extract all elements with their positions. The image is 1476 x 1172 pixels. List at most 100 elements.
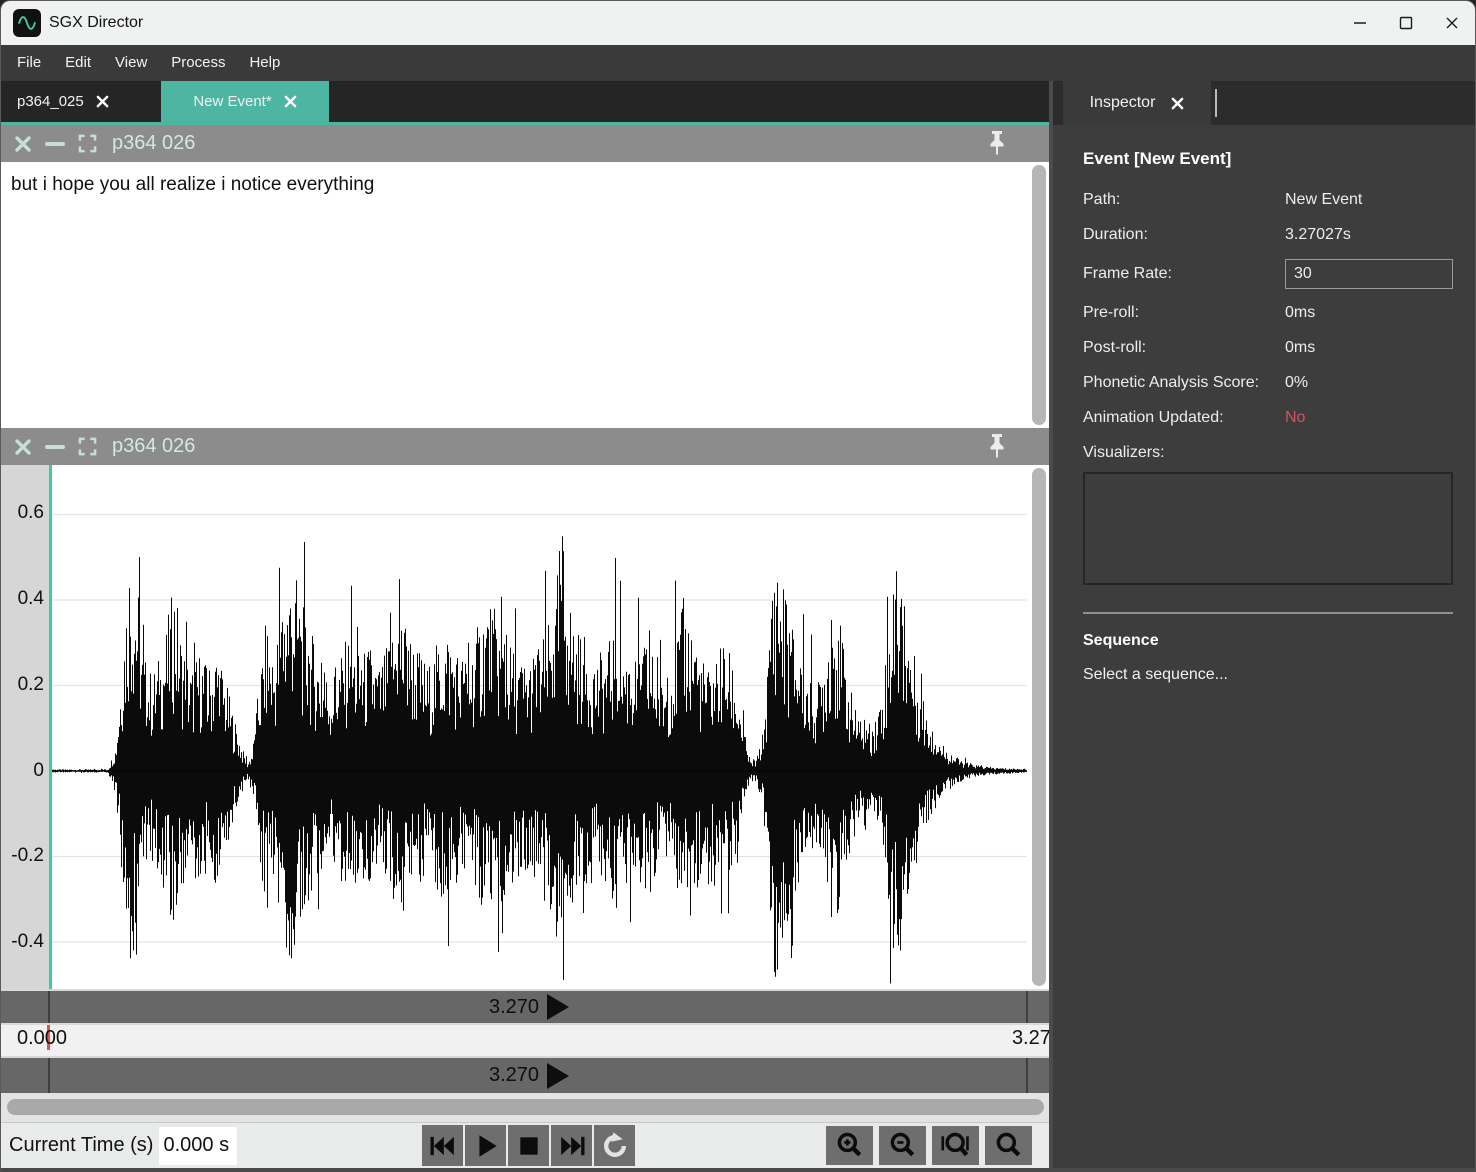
menu-file[interactable]: File <box>5 45 53 81</box>
time-ruler[interactable]: 0.000 3.270 <box>1 1025 1049 1056</box>
window-maximize-button[interactable] <box>1383 1 1429 45</box>
panel-close-icon[interactable] <box>14 135 32 153</box>
field-label: Duration: <box>1083 226 1285 244</box>
waveform-vertical-scrollbar[interactable] <box>1032 468 1046 986</box>
waveform-plot[interactable] <box>49 465 1027 989</box>
field-row-path: Path: New Event <box>1083 189 1453 211</box>
window-title: SGX Director <box>49 14 143 32</box>
title-bar: SGX Director <box>1 1 1475 45</box>
field-row-duration: Duration: 3.27027s <box>1083 224 1453 246</box>
menu-view[interactable]: View <box>103 45 159 81</box>
transcript-vertical-scrollbar[interactable] <box>1032 165 1046 425</box>
tab-label: p364_025 <box>17 93 84 110</box>
tab-close-icon[interactable] <box>1171 97 1184 110</box>
panel-maximize-icon[interactable] <box>78 134 97 153</box>
stop-icon <box>516 1133 542 1159</box>
field-value: 0% <box>1285 374 1308 392</box>
tab-p364-025[interactable]: p364_025 <box>1 81 161 122</box>
skip-to-end-button[interactable] <box>551 1125 592 1166</box>
pin-icon[interactable] <box>985 432 1009 467</box>
panel-close-icon[interactable] <box>14 438 32 456</box>
zoom-selection-button[interactable] <box>932 1126 979 1165</box>
y-tick: 0.6 <box>2 502 44 524</box>
inspector-tab-bar: Inspector <box>1053 81 1476 125</box>
field-row-phonetic-score: Phonetic Analysis Score: 0% <box>1083 372 1453 394</box>
range-handle-start[interactable] <box>48 1058 50 1093</box>
field-row-pre-roll: Pre-roll: 0ms <box>1083 302 1453 324</box>
tab-inspector[interactable]: Inspector <box>1063 81 1211 125</box>
zoom-in-icon <box>835 1131 865 1161</box>
waveform-view: 0.6 0.4 0.2 0 -0.2 -0.4 <box>1 465 1049 989</box>
ruler-start-time: 0.000 <box>17 1027 67 1050</box>
field-value: 3.27027s <box>1285 226 1351 244</box>
y-tick: 0 <box>2 760 44 782</box>
y-tick: 0.2 <box>2 674 44 696</box>
menu-process[interactable]: Process <box>159 45 237 81</box>
range-slider-bottom[interactable]: 3.270 <box>1 1058 1049 1093</box>
tab-new-event[interactable]: New Event* <box>161 81 329 122</box>
skip-to-start-button[interactable] <box>422 1125 463 1166</box>
zoom-out-button[interactable] <box>879 1126 926 1165</box>
range-slider-top[interactable]: 3.270 <box>1 991 1049 1023</box>
document-tab-bar: p364_025 New Event* <box>1 81 1049 125</box>
loop-icon <box>600 1131 630 1161</box>
pin-icon[interactable] <box>985 129 1009 164</box>
field-value-alert: No <box>1285 409 1305 427</box>
horizontal-scrollbar-thumb[interactable] <box>7 1099 1044 1115</box>
app-logo-icon <box>13 9 41 37</box>
inspector-tab-label: Inspector <box>1090 94 1156 112</box>
range-handle-end[interactable] <box>1026 991 1028 1023</box>
transport-bar: Current Time (s) <box>1 1122 1049 1168</box>
visualizers-list[interactable] <box>1083 472 1453 585</box>
panel-minimize-icon[interactable] <box>45 135 65 153</box>
range-handle-start[interactable] <box>48 991 50 1023</box>
field-label: Animation Updated: <box>1083 409 1285 427</box>
field-row-visualizers: Visualizers: <box>1083 442 1453 464</box>
range-handle-end[interactable] <box>1026 1058 1028 1093</box>
window-minimize-button[interactable] <box>1337 1 1383 45</box>
play-icon[interactable] <box>547 994 569 1020</box>
tab-label: New Event* <box>193 93 271 110</box>
tab-close-icon[interactable] <box>96 95 109 108</box>
zoom-in-button[interactable] <box>826 1126 873 1165</box>
loop-button[interactable] <box>594 1125 635 1166</box>
inspector-panel: Event [New Event] Path: New Event Durati… <box>1053 125 1476 1168</box>
field-row-animation-updated: Animation Updated: No <box>1083 407 1453 429</box>
transcript-editor[interactable]: but i hope you all realize i notice ever… <box>1 162 1049 428</box>
field-label: Frame Rate: <box>1083 265 1285 283</box>
y-tick: 0.4 <box>2 588 44 610</box>
field-label: Post-roll: <box>1083 339 1285 357</box>
stop-button[interactable] <box>508 1125 549 1166</box>
ruler-end-time: 3.270 <box>1012 1027 1049 1050</box>
menu-help[interactable]: Help <box>237 45 292 81</box>
panel-maximize-icon[interactable] <box>78 437 97 456</box>
tab-close-icon[interactable] <box>284 95 297 108</box>
window-close-button[interactable] <box>1429 1 1475 45</box>
waveform-panel-title: p364 026 <box>112 435 195 458</box>
skip-to-start-icon <box>428 1133 458 1159</box>
range-duration-value: 3.270 <box>489 996 539 1019</box>
field-label: Path: <box>1083 191 1285 209</box>
inspector-divider <box>1083 612 1453 614</box>
menu-bar: File Edit View Process Help <box>1 45 1475 81</box>
range-duration-value: 3.270 <box>489 1064 539 1087</box>
play-icon <box>472 1132 500 1160</box>
zoom-out-icon <box>888 1131 918 1161</box>
zoom-button[interactable] <box>985 1126 1032 1165</box>
play-icon[interactable] <box>547 1063 569 1089</box>
inspector-tab-separator <box>1215 89 1217 117</box>
playhead-line[interactable] <box>49 465 52 989</box>
frame-rate-input[interactable] <box>1285 259 1453 289</box>
transcript-panel-title: p364 026 <box>112 132 195 155</box>
timeline-horizontal-scrollbar[interactable] <box>1 1093 1049 1122</box>
waveform-panel-header: p364 026 <box>1 428 1049 465</box>
transcript-text: but i hope you all realize i notice ever… <box>1 162 1049 208</box>
app-window: SGX Director File Edit View Process Help… <box>0 0 1476 1172</box>
menu-edit[interactable]: Edit <box>53 45 103 81</box>
panel-minimize-icon[interactable] <box>45 438 65 456</box>
play-button[interactable] <box>465 1125 506 1166</box>
zoom-icon <box>994 1131 1024 1161</box>
field-row-post-roll: Post-roll: 0ms <box>1083 337 1453 359</box>
waveform-svg <box>49 465 1027 992</box>
current-time-input[interactable] <box>159 1127 237 1165</box>
